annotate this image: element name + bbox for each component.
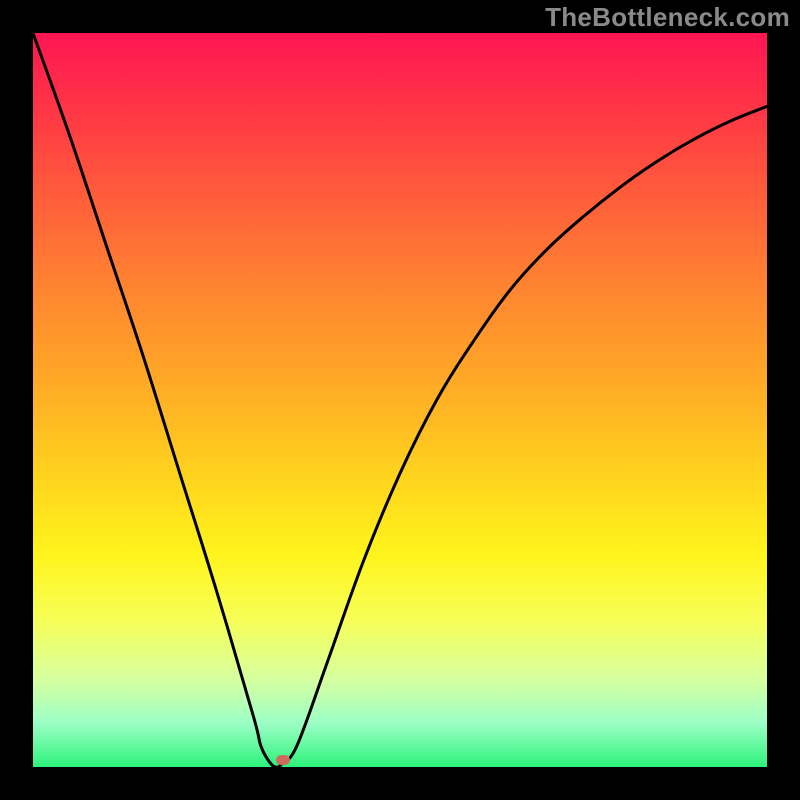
watermark-text: TheBottleneck.com [545,2,790,33]
bottleneck-curve [33,33,767,767]
minimum-marker [276,755,290,765]
chart-frame: TheBottleneck.com [0,0,800,800]
plot-area [33,33,767,767]
